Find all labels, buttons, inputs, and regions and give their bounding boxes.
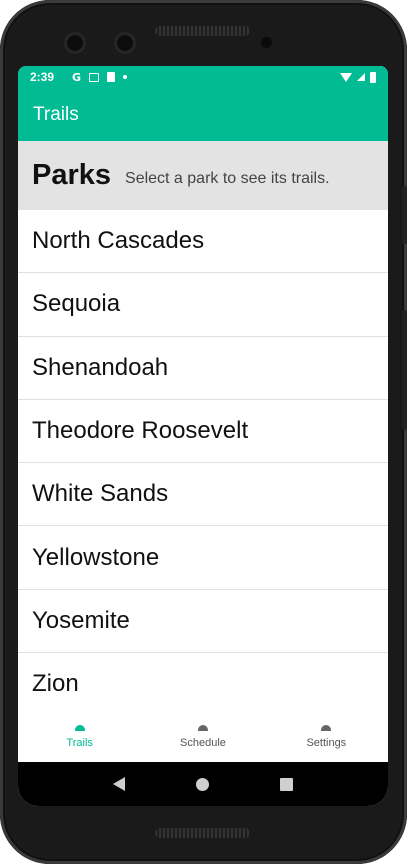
park-name: Sequoia <box>32 290 121 318</box>
earpiece-speaker <box>155 26 250 36</box>
back-icon[interactable] <box>113 777 126 791</box>
bottom-speaker <box>155 828 250 838</box>
nav-label-trails: Trails <box>66 736 93 749</box>
park-name: Yellowstone <box>32 543 160 571</box>
system-navigation-bar <box>18 762 388 806</box>
park-name: North Cascades <box>32 227 205 255</box>
page-title: Parks <box>32 159 112 191</box>
wifi-icon <box>340 72 352 82</box>
phone-frame: 2:39 G Trails Parks Select a park to see… <box>0 0 407 864</box>
status-time: 2:39 <box>30 70 55 84</box>
recent-apps-icon[interactable] <box>279 777 293 791</box>
battery-icon <box>370 71 376 83</box>
status-bar: 2:39 G <box>18 66 388 88</box>
park-name: Zion <box>32 670 79 698</box>
park-name: White Sands <box>32 480 169 508</box>
bottom-navigation: Trails Schedule Settings <box>18 707 388 762</box>
app-bar: Trails <box>18 88 388 141</box>
signal-icon <box>357 73 365 81</box>
nav-label-settings: Settings <box>306 736 347 749</box>
park-name: Theodore Roosevelt <box>32 417 249 445</box>
park-list-item[interactable]: Shenandoah <box>18 336 388 400</box>
park-list-item[interactable]: White Sands <box>18 463 388 527</box>
front-camera-secondary <box>117 35 133 51</box>
park-name: Yosemite <box>32 606 130 634</box>
front-camera <box>67 35 83 51</box>
schedule-icon <box>197 724 208 731</box>
park-list-item[interactable]: Yellowstone <box>18 526 388 590</box>
park-list-item[interactable]: Yosemite <box>18 589 388 654</box>
notification-dot-icon <box>123 75 128 79</box>
nav-item-schedule[interactable]: Schedule <box>141 707 264 762</box>
sim-card-icon <box>107 72 116 82</box>
nav-item-settings[interactable]: Settings <box>265 707 388 762</box>
park-list-item[interactable]: North Cascades <box>18 210 388 274</box>
park-list-item[interactable]: Theodore Roosevelt <box>18 399 388 464</box>
screen: 2:39 G Trails Parks Select a park to see… <box>18 66 388 806</box>
page-subtitle: Select a park to see its trails. <box>125 169 330 187</box>
proximity-sensor <box>261 37 272 48</box>
settings-icon <box>321 724 332 731</box>
gmail-icon <box>89 72 100 82</box>
app-title: Trails <box>33 103 79 125</box>
nav-item-trails[interactable]: Trails <box>18 707 141 762</box>
power-button <box>402 186 407 244</box>
nav-label-schedule: Schedule <box>180 736 226 749</box>
park-name: Shenandoah <box>32 353 169 381</box>
google-icon: G <box>72 70 82 84</box>
parks-list: North Cascades Sequoia Shenandoah Theodo… <box>18 210 388 717</box>
parks-header: Parks Select a park to see its trails. <box>18 141 388 210</box>
park-list-item[interactable]: Sequoia <box>18 273 388 337</box>
volume-rocker <box>402 310 407 430</box>
trails-icon <box>74 724 85 731</box>
home-icon[interactable] <box>195 777 209 791</box>
